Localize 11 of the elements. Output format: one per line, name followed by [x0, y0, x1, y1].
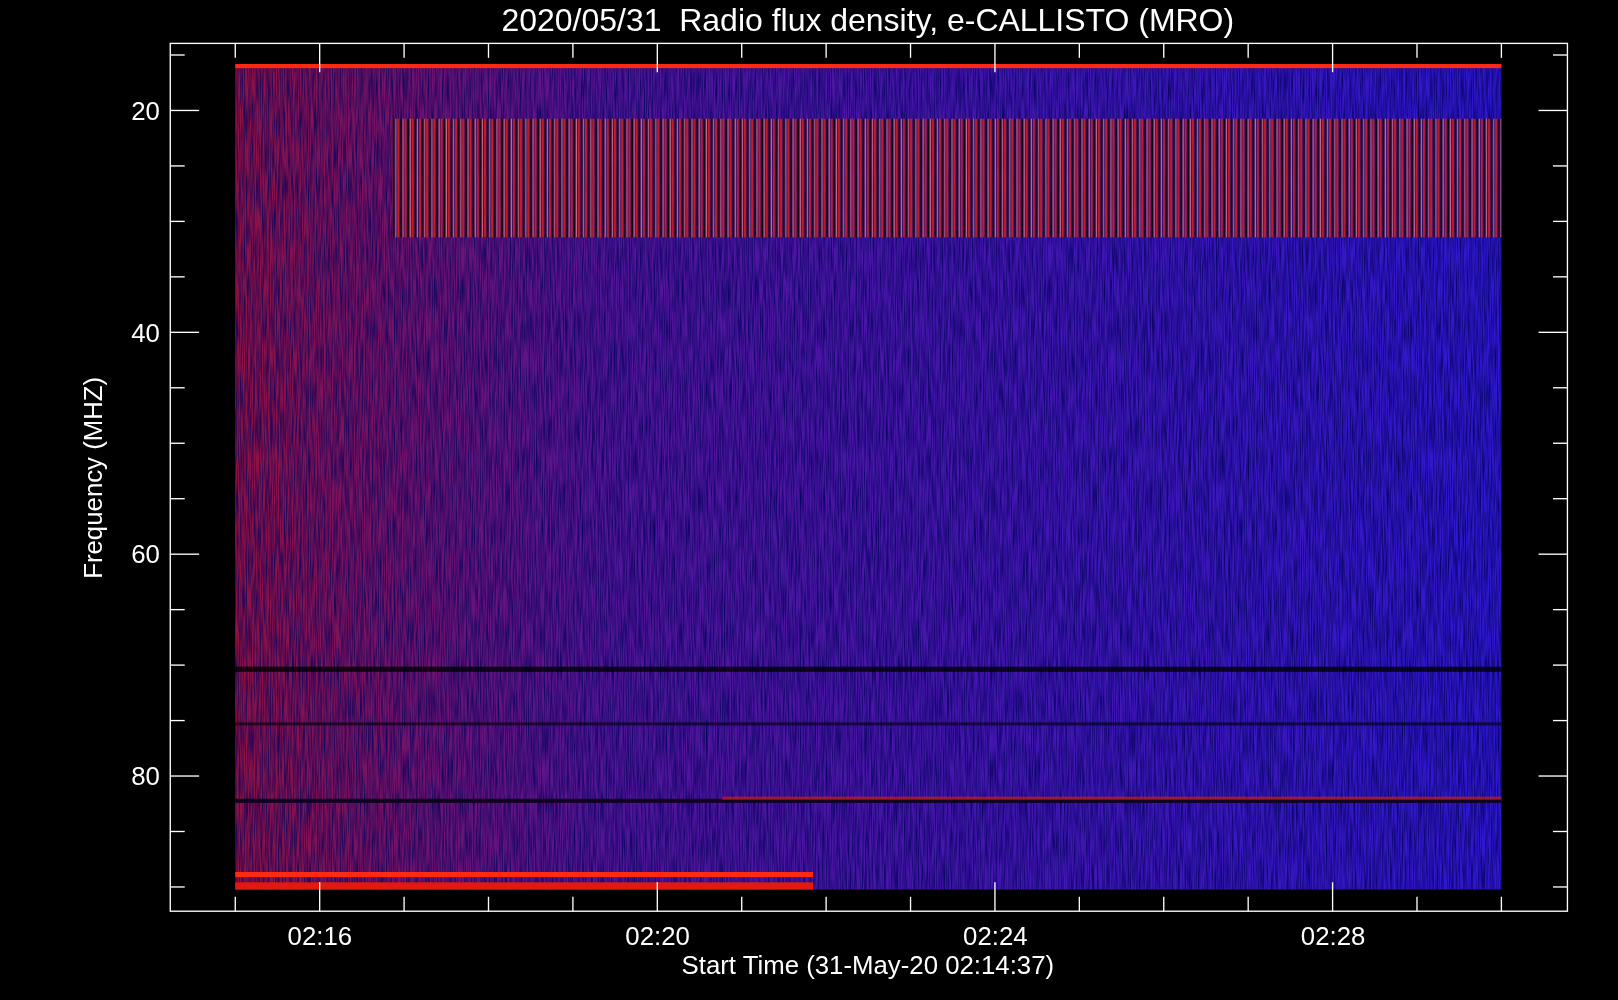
y-tick-label: 60 [131, 540, 160, 569]
x-axis-label: Start Time (31-May-20 02:14:37) [681, 951, 1055, 980]
y-tick-label: 20 [131, 96, 160, 125]
y-tick-label: 80 [131, 762, 160, 791]
y-axis-label: Frequency (MHZ) [79, 376, 108, 579]
y-tick-label: 40 [131, 318, 160, 347]
x-tick-label: 02:20 [625, 922, 690, 951]
x-tick-label: 02:28 [1300, 922, 1366, 951]
x-tick-label: 02:16 [287, 922, 353, 951]
x-tick-label: 02:24 [963, 922, 1028, 951]
chart-title: 2020/05/31 Radio flux density, e-CALLISTO (MRO) [501, 2, 1235, 38]
